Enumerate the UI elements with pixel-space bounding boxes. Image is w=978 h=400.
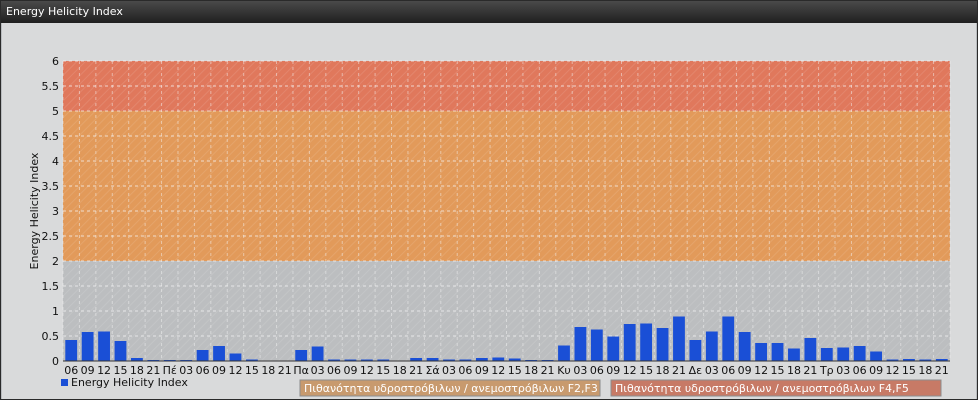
bar xyxy=(590,329,603,361)
bar xyxy=(492,357,505,361)
bar xyxy=(196,350,209,361)
band-legend-label-1: Πιθανότητα υδροστρόβιλων / ανεμοστρόβιλω… xyxy=(304,382,598,395)
x-tick-label: 15 xyxy=(508,364,522,377)
bar xyxy=(98,331,110,361)
y-tick-label: 1.5 xyxy=(42,280,60,293)
bar xyxy=(607,336,620,361)
y-tick-label: 1 xyxy=(52,305,59,318)
ehi-chart: 00.511.522.533.544.555.5606 09 12 15 18 21 Πέ 0… xyxy=(28,55,951,397)
bar xyxy=(623,324,636,361)
bar xyxy=(837,347,850,361)
x-tick-label: 03 xyxy=(311,364,325,377)
bar xyxy=(820,348,833,361)
y-tick-label: 2.5 xyxy=(42,230,60,243)
bar xyxy=(722,316,735,361)
bar xyxy=(853,346,866,361)
x-tick-label: 03 xyxy=(705,364,719,377)
x-tick-label: 03 xyxy=(836,364,850,377)
legend-swatch xyxy=(61,379,68,386)
y-tick-label: 4.5 xyxy=(42,130,60,143)
bar xyxy=(755,343,768,361)
x-tick-label: 06 xyxy=(590,364,604,377)
x-tick-label: 12 xyxy=(623,364,637,377)
x-tick-label: Κυ xyxy=(557,364,571,377)
bar xyxy=(311,346,324,361)
x-tick-label: 06 xyxy=(458,364,472,377)
x-tick-label: 15 xyxy=(376,364,390,377)
chart-panel: Energy Helicity Index 0 0.5 1 1.5 2 2.5 3 3.5 4 4… xyxy=(0,0,978,400)
bar xyxy=(229,353,242,361)
y-tick-label: 6 xyxy=(52,55,59,68)
x-tick-label: 03 xyxy=(573,364,587,377)
y-tick-label: 0 xyxy=(52,355,59,368)
bar xyxy=(870,351,882,361)
x-tick-label: 21 xyxy=(935,364,949,377)
x-tick-label: 18 xyxy=(393,364,407,377)
x-tick-label: 21 xyxy=(672,364,686,377)
bar xyxy=(65,340,78,361)
x-tick-label: Τρ xyxy=(819,364,834,377)
bar xyxy=(804,338,817,361)
x-tick-label: Δε xyxy=(689,364,703,377)
y-tick-label: 5.5 xyxy=(42,80,60,93)
x-tick-label: 15 xyxy=(245,364,259,377)
bar xyxy=(640,323,653,361)
bar xyxy=(771,343,784,361)
legend-label: Energy Helicity Index xyxy=(71,376,188,389)
bar xyxy=(213,346,225,361)
bar xyxy=(738,332,751,361)
x-tick-label: 15 xyxy=(771,364,785,377)
bar xyxy=(558,345,570,361)
x-tick-label: 15 xyxy=(902,364,916,377)
x-tick-label: 21 xyxy=(278,364,292,377)
x-tick-label: 09 xyxy=(475,364,489,377)
x-tick-label: 12 xyxy=(228,364,242,377)
x-tick-label: 18 xyxy=(261,364,275,377)
x-tick-label: 18 xyxy=(918,364,932,377)
x-tick-label: 21 xyxy=(541,364,555,377)
x-tick-label: 21 xyxy=(409,364,423,377)
x-tick-label: 09 xyxy=(606,364,620,377)
x-tick-label: Πα xyxy=(293,364,309,377)
x-tick-label: 12 xyxy=(886,364,900,377)
y-tick-label: 5 xyxy=(52,105,59,118)
bar xyxy=(705,331,718,361)
bar xyxy=(114,341,127,361)
x-tick-label: 18 xyxy=(787,364,801,377)
bar xyxy=(295,350,308,361)
x-tick-label: 09 xyxy=(869,364,883,377)
x-tick-label: 06 xyxy=(853,364,867,377)
bar xyxy=(673,316,685,361)
y-tick-label: 0.5 xyxy=(42,330,60,343)
y-tick-label: 3 xyxy=(52,205,59,218)
x-tick-label: 06 xyxy=(327,364,341,377)
x-tick-label: 06 xyxy=(196,364,210,377)
x-tick-label: Σά xyxy=(425,364,439,377)
bar xyxy=(81,332,94,361)
bar xyxy=(574,327,587,361)
y-axis-title: Energy Helicity Index xyxy=(28,152,41,269)
x-tick-label: 15 xyxy=(639,364,653,377)
x-tick-label: 12 xyxy=(360,364,374,377)
x-tick-label: 18 xyxy=(656,364,670,377)
band-legend-label-2: Πιθανότητα υδροστρόβιλων / ανεμοστρόβιλω… xyxy=(615,382,909,395)
x-tick-label: 21 xyxy=(803,364,817,377)
y-tick-label: 2 xyxy=(52,255,59,268)
y-tick-label: 3.5 xyxy=(42,180,60,193)
bar xyxy=(788,348,800,361)
x-tick-label: 09 xyxy=(343,364,357,377)
x-tick-label: 12 xyxy=(754,364,768,377)
x-tick-label: 09 xyxy=(212,364,226,377)
x-tick-label: 09 xyxy=(738,364,752,377)
bar xyxy=(656,328,669,361)
y-tick-label: 4 xyxy=(52,155,59,168)
x-tick-label: 18 xyxy=(524,364,538,377)
bar xyxy=(689,340,702,361)
x-tick-label: 06 xyxy=(721,364,735,377)
x-tick-label: 12 xyxy=(491,364,505,377)
x-tick-label: 03 xyxy=(442,364,456,377)
